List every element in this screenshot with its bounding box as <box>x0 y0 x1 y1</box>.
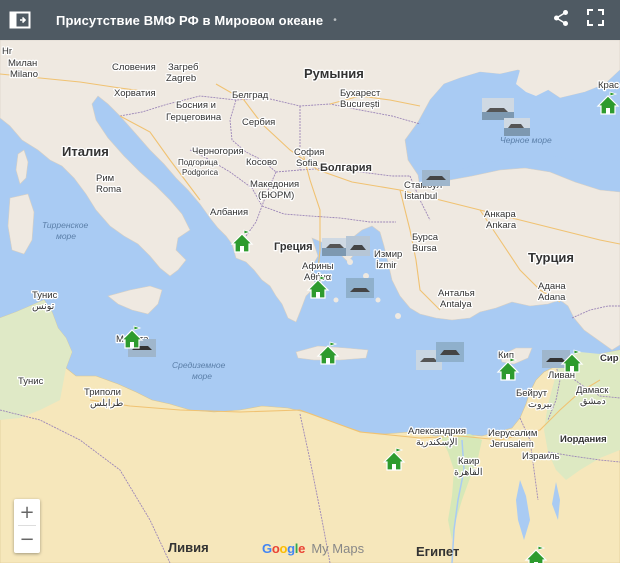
label-ankara-ru: Анкара <box>484 209 517 220</box>
ship-photo[interactable] <box>436 342 464 362</box>
label-montenegro: Черногория <box>192 146 244 157</box>
map-title: Присутствие ВМФ РФ в Мировом океане <box>56 12 324 28</box>
label-turkey: Турция <box>528 250 574 265</box>
label-izmir-ru: Измир <box>374 249 402 260</box>
label-jordan: Иордания <box>560 434 607 445</box>
label-tyrrhenian-1: Тирренское <box>42 220 88 230</box>
label-jerusalem-ru: Иерусалим <box>488 428 537 439</box>
label-milan: Milano <box>10 69 38 80</box>
label-syria: Сир <box>600 353 619 364</box>
ship-photo[interactable] <box>346 236 370 256</box>
label-adana: Adana <box>538 292 566 303</box>
sidebar-toggle-icon[interactable] <box>0 0 40 40</box>
label-sofia-ru: София <box>294 147 324 158</box>
google-logo-text: Google <box>262 541 306 556</box>
label-alexandria-ar: الإسكندرية <box>416 437 457 448</box>
label-med-2: море <box>192 371 212 381</box>
label-egypt: Египет <box>416 544 459 559</box>
label-bursa: Bursa <box>412 243 438 254</box>
label-antalya: Antalya <box>440 299 472 310</box>
label-tripoli-ar: طرابلس <box>90 398 124 409</box>
label-greece: Греция <box>274 241 313 253</box>
ship-photo[interactable] <box>322 238 348 256</box>
label-libya: Ливия <box>168 540 209 555</box>
label-macedonia: Македония <box>250 179 299 190</box>
label-kosovo: Косово <box>246 157 277 168</box>
label-milan-ru: Милан <box>8 58 37 69</box>
label-damascus-ar: دمشق <box>580 396 606 407</box>
label-kras: Крас <box>598 80 619 91</box>
label-rome-ru: Рим <box>96 173 114 184</box>
label-zagreb: Zagreb <box>166 73 196 84</box>
label-black-sea: Черное море <box>500 135 552 145</box>
label-cairo-ar: القاهرة <box>454 467 482 478</box>
label-antalya-ru: Анталья <box>438 288 475 299</box>
label-bih-2: Герцеговина <box>166 112 222 123</box>
label-croatia: Хорватия <box>114 88 156 99</box>
label-serbia: Сербия <box>242 117 275 128</box>
ship-photo[interactable] <box>346 278 374 298</box>
label-podgorica-ru: Подгорица <box>178 158 218 167</box>
zoom-in-button[interactable]: + <box>14 499 40 525</box>
header-bar: Присутствие ВМФ РФ в Мировом океане • <box>0 0 620 40</box>
label-belgrade: Белград <box>232 90 269 101</box>
label-slovenia: Словения <box>112 62 156 73</box>
label-beirut-ru: Бейрут <box>516 388 548 399</box>
label-beirut-ar: بيروت <box>528 399 552 410</box>
map-frame: Присутствие ВМФ РФ в Мировом океане • Hr… <box>0 0 620 563</box>
label-bursa-ru: Бурса <box>412 232 439 243</box>
label-macedonia-2: (БЮРМ) <box>258 190 294 201</box>
label-tunis-ru: Тунис <box>32 290 58 301</box>
label-bih-1: Босния и <box>176 100 216 111</box>
label-hr: Hr <box>2 46 12 57</box>
label-med-1: Средиземное <box>172 360 226 370</box>
label-damascus-ru: Дамаск <box>576 385 609 396</box>
map-canvas[interactable]: Hr Милан Milano Словения Загреб Zagreb Х… <box>0 40 620 563</box>
title-dot: • <box>333 14 337 26</box>
ship-photo[interactable] <box>422 170 450 186</box>
label-cairo-ru: Каир <box>458 456 479 467</box>
label-albania: Албания <box>210 207 248 218</box>
label-tyrrhenian-2: море <box>56 231 76 241</box>
label-ankara: Ankara <box>486 220 517 231</box>
label-adana-ru: Адана <box>538 281 566 292</box>
label-tripoli-ru: Триполи <box>84 387 121 398</box>
label-bucuresti: București <box>340 99 380 110</box>
label-alexandria-ru: Александрия <box>408 426 466 437</box>
label-jerusalem: Jerusalem <box>490 439 534 450</box>
label-izmir: İzmir <box>376 260 397 271</box>
label-athens-ru: Афины <box>302 261 334 272</box>
label-bucharest: Бухарест <box>340 88 381 99</box>
share-icon[interactable] <box>553 9 569 32</box>
mymaps-text: My Maps <box>311 541 365 556</box>
label-tunis-ar: تونس <box>32 301 55 312</box>
zoom-control: + − <box>14 499 40 553</box>
label-italy: Италия <box>62 144 109 159</box>
label-istanbul: İstanbul <box>404 191 437 202</box>
label-podgorica: Podgorica <box>182 168 219 177</box>
ship-photo[interactable] <box>482 98 514 120</box>
label-roma: Roma <box>96 184 122 195</box>
zoom-out-button[interactable]: − <box>14 526 40 552</box>
google-mymaps-logo: Google My Maps <box>262 541 364 556</box>
fullscreen-icon[interactable] <box>587 9 604 31</box>
label-israel: Израиль <box>522 451 560 462</box>
label-zagreb-ru: Загреб <box>168 62 199 73</box>
label-sofia: Sofia <box>296 158 318 169</box>
label-bulgaria: Болгария <box>320 162 372 174</box>
label-tunisia: Тунис <box>18 376 44 387</box>
label-romania: Румыния <box>304 66 364 81</box>
ship-photo[interactable] <box>504 118 530 136</box>
